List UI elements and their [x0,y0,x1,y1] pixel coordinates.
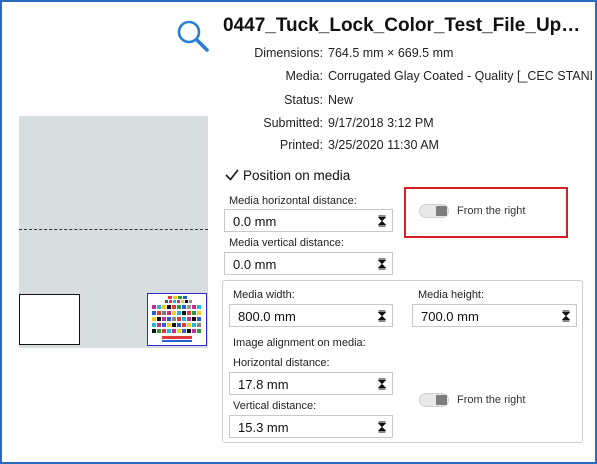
horizontal-distance-value: 17.8 mm [238,377,289,392]
media-width-field[interactable]: 800.0 mm [229,304,393,327]
horizontal-distance-field[interactable]: 17.8 mm [229,372,393,395]
horizontal-distance-label: Horizontal distance: [233,357,330,369]
position-on-media-label[interactable]: Position on media [243,168,350,183]
dimensions-value: 764.5 mm × 669.5 mm [328,46,454,60]
image-from-right-toggle[interactable] [419,393,449,407]
submitted-row: Submitted: 9/17/2018 3:12 PM [160,116,592,132]
job-title: 0447_Tuck_Lock_Color_Test_File_Update_20… [223,15,591,36]
image-from-right-label: From the right [457,394,526,406]
media-value: Corrugated Glay Coated - Quality [_CEC S… [328,69,592,83]
media-label: Media: [285,69,323,83]
printed-row: Printed: 3/25/2020 11:30 AM [160,138,592,154]
vertical-distance-field[interactable]: 15.3 mm [229,415,393,438]
dimensions-label: Dimensions: [254,46,323,60]
toggle-knob [436,395,447,405]
submitted-label: Submitted: [263,116,323,130]
status-row: Status: New [160,93,592,109]
vertical-distance-value: 15.3 mm [238,420,289,435]
stepper-icon[interactable] [378,258,386,270]
media-horizontal-distance-value: 0.0 mm [233,214,277,229]
media-width-value: 800.0 mm [238,309,296,324]
media-vertical-distance-label: Media vertical distance: [229,237,344,249]
media-width-label: Media width: [233,289,295,301]
preview-sheet [19,294,80,345]
media-row: Media: Corrugated Glay Coated - Quality … [160,69,592,85]
preview-thumbnail[interactable] [147,293,207,346]
image-alignment-label: Image alignment on media: [233,337,366,349]
media-horizontal-distance-field[interactable]: 0.0 mm [224,209,393,232]
status-label: Status: [284,93,323,107]
highlight-box [404,187,568,238]
stepper-icon[interactable] [378,378,386,390]
media-horizontal-distance-label: Media horizontal distance: [229,195,357,207]
media-vertical-distance-value: 0.0 mm [233,257,277,272]
stepper-icon[interactable] [562,310,570,322]
media-height-label: Media height: [418,289,485,301]
media-preview [19,116,208,348]
media-vertical-distance-field[interactable]: 0.0 mm [224,252,393,275]
stepper-icon[interactable] [378,215,386,227]
preview-guide-line [19,229,208,230]
status-value: New [328,93,354,107]
vertical-distance-label: Vertical distance: [233,400,317,412]
color-test-thumbnail-icon [148,294,206,345]
media-height-value: 700.0 mm [421,309,479,324]
stepper-icon[interactable] [378,310,386,322]
submitted-value: 9/17/2018 3:12 PM [328,116,434,130]
media-height-field[interactable]: 700.0 mm [412,304,577,327]
printed-label: Printed: [279,138,323,152]
position-on-media-checkbox[interactable] [224,167,240,183]
stepper-icon[interactable] [378,421,386,433]
dimensions-row: Dimensions: 764.5 mm × 669.5 mm [160,46,592,62]
printed-value: 3/25/2020 11:30 AM [328,138,439,152]
